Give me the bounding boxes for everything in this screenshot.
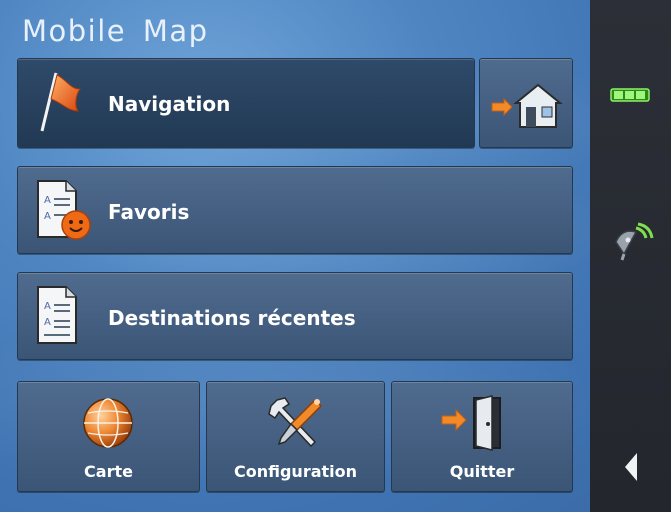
status-sidebar (590, 0, 671, 512)
app-title: Mobile Map (22, 14, 209, 48)
map-label: Carte (84, 462, 133, 481)
navigation-button[interactable]: Navigation (17, 58, 475, 148)
flag-icon (40, 72, 81, 132)
navigation-label: Navigation (108, 92, 231, 116)
recent-destinations-button[interactable]: A A Destinations récentes (17, 272, 573, 360)
favorites-list-icon: A A (37, 180, 91, 240)
document-list-icon: A A (37, 286, 77, 344)
screen: Mobile Map Navigation A A Favoris A A De… (0, 0, 671, 512)
back-arrow-icon[interactable] (624, 452, 638, 482)
satellite-signal-icon (615, 222, 654, 261)
configuration-label: Configuration (233, 462, 358, 481)
favorites-button[interactable]: A A Favoris (17, 166, 573, 254)
recent-destinations-label: Destinations récentes (108, 306, 356, 330)
svg-text:A: A (44, 301, 51, 312)
battery-icon (610, 88, 650, 102)
exit-door-icon (441, 395, 501, 451)
quit-button[interactable]: Quitter (391, 381, 573, 492)
svg-text:A: A (44, 211, 51, 222)
home-button[interactable] (479, 58, 573, 148)
map-button[interactable]: Carte (17, 381, 200, 492)
globe-icon (83, 398, 133, 448)
home-icon (491, 83, 563, 128)
svg-text:A: A (44, 317, 51, 328)
configuration-button[interactable]: Configuration (206, 381, 385, 492)
quit-label: Quitter (449, 462, 515, 481)
tools-icon (268, 397, 323, 448)
svg-text:A: A (44, 195, 51, 206)
favorites-label: Favoris (108, 200, 190, 224)
